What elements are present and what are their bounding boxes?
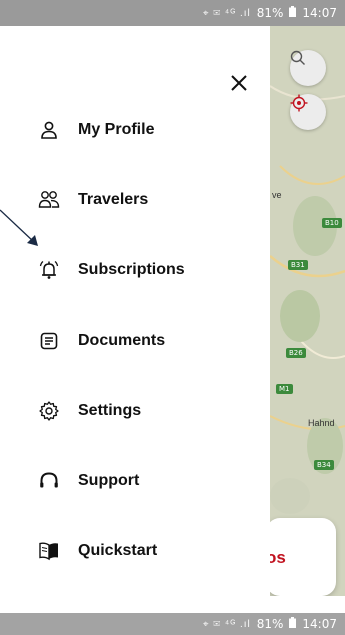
menu-item-label: Travelers	[78, 191, 149, 208]
status-icons: ⌖ ✉ ⁴ᴳ .ıl	[202, 618, 251, 630]
map-card-text: os	[270, 548, 286, 567]
road-badge: M1	[276, 384, 293, 394]
menu-item-my-profile[interactable]: My Profile	[38, 114, 258, 146]
gear-icon	[38, 400, 60, 422]
menu-item-label: Settings	[78, 402, 142, 419]
road-badge: B26	[286, 348, 306, 358]
bell-ringing-icon	[38, 259, 60, 281]
screen-separator	[0, 596, 345, 613]
menu-item-quickstart[interactable]: Quickstart	[38, 535, 258, 567]
menu-item-travelers[interactable]: Travelers	[38, 184, 258, 216]
menu-item-support[interactable]: Support	[38, 465, 258, 497]
menu-item-label: Support	[78, 472, 140, 489]
menu-item-documents[interactable]: Documents	[38, 325, 258, 357]
road-badge: B34	[314, 460, 334, 470]
headset-icon	[38, 470, 60, 492]
road-badge: B10	[322, 218, 342, 228]
status-icons: ⌖ ✉ ⁴ᴳ .ıl	[202, 7, 251, 19]
person-icon	[38, 119, 60, 141]
battery-level: 81%	[256, 617, 284, 631]
menu-item-label: Quickstart	[78, 542, 158, 559]
road-badge: B31	[288, 260, 308, 270]
close-drawer-button[interactable]	[226, 72, 252, 98]
battery-level: 81%	[256, 6, 284, 20]
menu-item-label: My Profile	[78, 121, 155, 138]
menu-item-label: Subscriptions	[78, 261, 185, 278]
close-icon	[230, 74, 248, 97]
map-search-button[interactable]	[290, 50, 326, 86]
map-place-label: ve	[272, 190, 282, 200]
battery-icon	[289, 6, 297, 20]
annotation-arrow	[0, 208, 42, 257]
status-bar-bottom: ⌖ ✉ ⁴ᴳ .ıl 81% 14:07	[0, 613, 345, 635]
menu-item-settings[interactable]: Settings	[38, 395, 258, 427]
map-view[interactable]: ve B10 B31 B26 M1 Hahnd B34 os	[270, 26, 345, 596]
document-icon	[38, 330, 60, 352]
navigation-drawer: My Profile Travelers Subscriptions Docum…	[0, 26, 270, 596]
clock: 14:07	[302, 617, 337, 631]
battery-icon	[289, 617, 297, 631]
menu-item-label: Documents	[78, 332, 166, 349]
status-bar: ⌖ ✉ ⁴ᴳ .ıl 81% 14:07	[0, 0, 345, 26]
my-location-button[interactable]	[290, 94, 326, 130]
menu-item-subscriptions[interactable]: Subscriptions	[38, 254, 258, 286]
book-icon	[38, 540, 60, 562]
map-bottom-card[interactable]: os	[270, 518, 336, 596]
clock: 14:07	[302, 6, 337, 20]
map-place-label: Hahnd	[308, 418, 335, 428]
